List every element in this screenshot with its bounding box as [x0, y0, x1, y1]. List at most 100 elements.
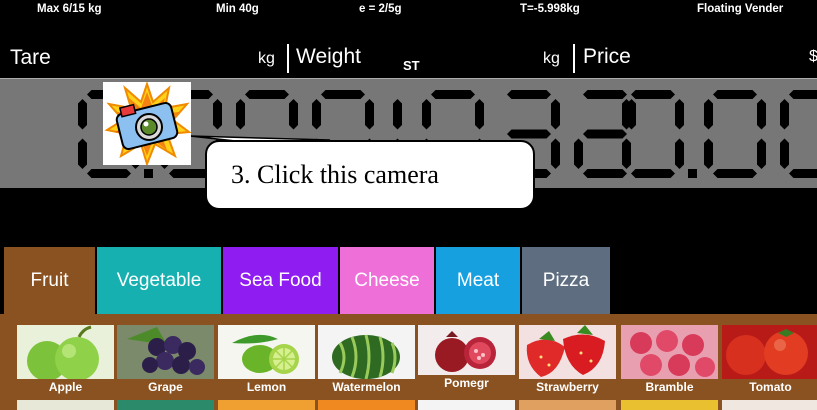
min-capacity: Min 40g: [216, 3, 259, 15]
product-grid: Apple Grape Lemon Watermelon Pomegr Stra…: [0, 314, 817, 410]
lcd-segment: [78, 138, 87, 169]
product-label: Watermelon: [318, 379, 415, 395]
product-tile[interactable]: [318, 400, 415, 410]
lcd-segment: [757, 138, 766, 169]
product-label: Lemon: [218, 379, 315, 395]
category-tabs: Fruit Vegetable Sea Food Cheese Meat Piz…: [0, 241, 817, 314]
callout-text: 3. Click this camera: [231, 160, 439, 189]
lcd-segment: [622, 138, 631, 169]
lcd-segment: [551, 99, 560, 130]
separator: [287, 44, 289, 73]
product-tile[interactable]: [17, 400, 114, 410]
lcd-segment: [507, 129, 551, 139]
product-lemon[interactable]: Lemon: [218, 325, 315, 395]
lcd-segment: [393, 99, 402, 130]
grape-icon: [117, 325, 214, 379]
product-tile[interactable]: [117, 400, 214, 410]
division-value: e = 2/5g: [359, 3, 402, 15]
raspberry-icon: [621, 325, 718, 379]
weight-unit: kg: [543, 50, 560, 67]
tab-sea-food[interactable]: Sea Food: [223, 247, 338, 314]
lcd-segment: [78, 99, 87, 130]
product-label: Strawberry: [519, 379, 616, 395]
price-unit: $: [809, 48, 817, 65]
tare-label: Tare: [10, 46, 51, 69]
mode-label: Floating Vender: [697, 3, 784, 15]
lcd-segment: [551, 138, 560, 169]
pomegranate-icon: [418, 325, 515, 379]
product-tile[interactable]: [218, 400, 315, 410]
product-apple[interactable]: Apple: [17, 325, 114, 395]
lcd-segment: [622, 99, 631, 130]
lcd-decimal-point: [688, 169, 697, 178]
product-tile[interactable]: [722, 400, 817, 410]
tab-pizza[interactable]: Pizza: [522, 247, 610, 314]
lcd-segment: [789, 169, 817, 178]
watermelon-icon: [318, 325, 415, 379]
lcd-segment: [236, 99, 245, 130]
lcd-segment: [422, 99, 431, 130]
lcd-decimal-point: [144, 169, 153, 178]
product-tile[interactable]: [621, 400, 718, 410]
lcd-segment: [780, 138, 789, 169]
product-label: Grape: [117, 379, 214, 395]
lcd-segment: [713, 90, 757, 99]
lcd-segment: [713, 169, 757, 178]
tare-info: T=-5.998kg: [520, 3, 580, 15]
lcd-segment: [789, 90, 817, 99]
tab-fruit[interactable]: Fruit: [4, 247, 95, 314]
apple-icon: [17, 325, 114, 379]
lcd-segment: [507, 90, 551, 99]
lcd-segment: [704, 138, 713, 169]
product-watermelon[interactable]: Watermelon: [318, 325, 415, 395]
product-tile[interactable]: [519, 400, 616, 410]
product-strawberry[interactable]: Strawberry: [519, 325, 616, 395]
lemon-icon: [218, 325, 315, 379]
separator: [573, 44, 575, 73]
product-bramble[interactable]: Bramble: [621, 325, 718, 395]
lcd-segment: [574, 138, 583, 169]
product-label: Bramble: [621, 379, 718, 395]
price-label: Price: [583, 45, 631, 68]
tab-vegetable[interactable]: Vegetable: [97, 247, 221, 314]
product-grape[interactable]: Grape: [117, 325, 214, 395]
lcd-segment: [289, 99, 298, 130]
instruction-callout: 3. Click this camera: [205, 140, 535, 210]
lcd-segment: [675, 138, 684, 169]
product-tomato[interactable]: Tomato: [722, 325, 817, 395]
lcd-segment: [675, 99, 684, 130]
lcd-segment: [583, 90, 627, 99]
lcd-segment: [245, 90, 289, 99]
lcd-segment: [475, 99, 484, 130]
lcd-segment: [757, 99, 766, 130]
lcd-segment: [312, 99, 321, 130]
weight-label: Weight: [296, 45, 361, 68]
product-tile[interactable]: [418, 400, 515, 410]
lcd-segment: [87, 169, 131, 178]
product-pomegranate[interactable]: Pomegr: [418, 325, 515, 395]
tomato-icon: [722, 325, 817, 379]
price-value-digit: [780, 90, 817, 178]
price-value-digit: [704, 90, 766, 178]
lcd-segment: [583, 169, 627, 178]
lcd-segment: [583, 129, 627, 139]
product-label: Tomato: [722, 379, 817, 395]
lcd-segment: [631, 169, 675, 178]
lcd-segment: [780, 99, 789, 130]
product-label: Apple: [17, 379, 114, 395]
lcd-segment: [321, 90, 365, 99]
camera-icon: [104, 80, 192, 168]
lcd-segment: [704, 99, 713, 130]
stable-indicator: ST: [403, 58, 420, 73]
product-label: Pomegr: [418, 375, 515, 395]
tab-meat[interactable]: Meat: [436, 247, 520, 314]
status-bar: Max 6/15 kg Min 40g e = 2/5g T=-5.998kg …: [0, 0, 817, 21]
scale-app: Max 6/15 kg Min 40g e = 2/5g T=-5.998kg …: [0, 0, 817, 410]
lcd-segment: [431, 90, 475, 99]
lcd-segment: [365, 99, 374, 130]
camera-button[interactable]: [103, 80, 192, 168]
lcd-segment: [213, 99, 222, 130]
tab-cheese[interactable]: Cheese: [340, 247, 434, 314]
tare-unit: kg: [258, 50, 275, 67]
display-labels: Tare kg Weight ST kg Price $: [0, 20, 817, 78]
